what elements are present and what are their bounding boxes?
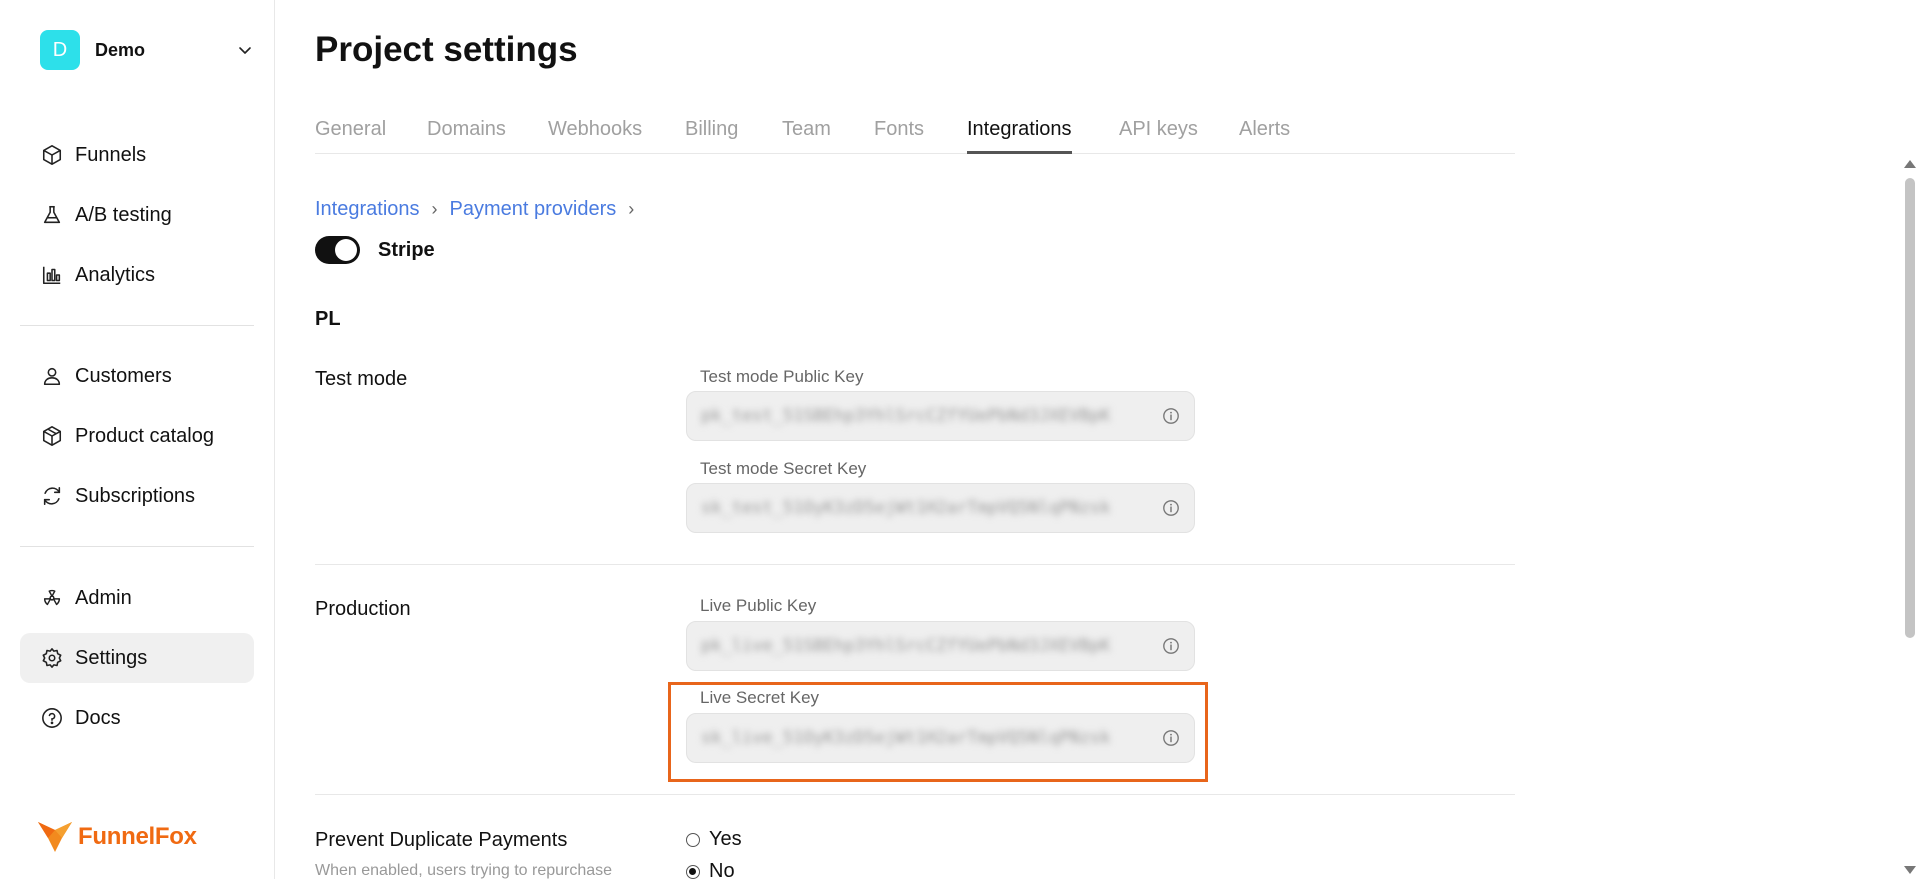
logo-text: FunnelFox bbox=[78, 823, 197, 850]
info-icon[interactable] bbox=[1160, 497, 1182, 519]
sidebar-item-label: Settings bbox=[75, 646, 148, 669]
workspace-name: Demo bbox=[95, 39, 146, 60]
breadcrumb-integrations[interactable]: Integrations bbox=[315, 198, 420, 221]
help-circle-icon bbox=[40, 706, 64, 730]
live-public-key-field[interactable]: pk_live_51SBEhp3YhlSrcCZfYUePbNd3JXEVBpK bbox=[686, 621, 1195, 671]
cube-icon bbox=[40, 143, 64, 167]
live-public-key-value: pk_live_51SBEhp3YhlSrcCZfYUePbNd3JXEVBpK bbox=[701, 636, 1111, 656]
sidebar-item-funnels[interactable]: Funnels bbox=[20, 130, 254, 180]
sidebar-item-label: Subscriptions bbox=[75, 484, 196, 507]
radio-label: Yes bbox=[709, 828, 742, 850]
breadcrumb-separator: › bbox=[628, 199, 635, 219]
test-public-key-value: pk_test_51SBEhp3YhlSrcCZfYUePbNd3JXEVBpK bbox=[701, 406, 1111, 426]
page-title: Project settings bbox=[315, 30, 578, 69]
scroll-up-arrow-icon[interactable] bbox=[1904, 160, 1916, 168]
sidebar-item-label: Admin bbox=[75, 586, 132, 609]
sidebar-item-label: A/B testing bbox=[75, 203, 172, 226]
test-mode-label: Test mode bbox=[315, 368, 408, 390]
provider-toggle-row: Stripe bbox=[315, 236, 435, 264]
test-secret-key-value: sk_test_51OyK3zD5ejWt1H2arTmpVQ5NlqPNzsk bbox=[701, 498, 1111, 518]
sidebar-divider bbox=[20, 325, 254, 326]
funnelfox-logo[interactable]: FunnelFox bbox=[36, 820, 197, 854]
breadcrumb-separator: › bbox=[431, 199, 438, 219]
radio-button[interactable] bbox=[686, 832, 700, 847]
sidebar-item-label: Customers bbox=[75, 364, 172, 387]
sidebar-item-subscriptions[interactable]: Subscriptions bbox=[20, 471, 254, 521]
tab-api-keys[interactable]: API keys bbox=[1119, 118, 1198, 154]
sidebar-item-label: Docs bbox=[75, 706, 121, 729]
test-secret-key-label: Test mode Secret Key bbox=[700, 459, 867, 478]
highlight-box bbox=[668, 682, 1208, 782]
sidebar-item-settings[interactable]: Settings bbox=[20, 633, 254, 683]
section-divider bbox=[315, 794, 1515, 795]
stripe-enable-toggle[interactable] bbox=[315, 236, 360, 264]
section-title: PL bbox=[315, 308, 341, 330]
sidebar-item-label: Analytics bbox=[75, 263, 156, 286]
tab-alerts[interactable]: Alerts bbox=[1239, 118, 1290, 154]
section-divider bbox=[315, 564, 1515, 565]
sidebar-item-product-catalog[interactable]: Product catalog bbox=[20, 411, 254, 461]
workspace-switcher[interactable]: D Demo bbox=[40, 30, 255, 70]
radiation-icon bbox=[40, 586, 64, 610]
user-icon bbox=[40, 364, 64, 388]
production-label: Production bbox=[315, 598, 411, 620]
bar-chart-icon bbox=[40, 263, 64, 287]
workspace-avatar: D bbox=[40, 30, 80, 70]
refresh-icon bbox=[40, 484, 64, 508]
tab-integrations[interactable]: Integrations bbox=[967, 118, 1072, 154]
breadcrumb: Integrations › Payment providers › bbox=[315, 198, 646, 221]
sidebar-item-label: Product catalog bbox=[75, 424, 214, 447]
fox-logo-icon bbox=[38, 822, 72, 852]
tab-billing[interactable]: Billing bbox=[685, 118, 738, 154]
page-scrollbar[interactable] bbox=[1900, 160, 1920, 879]
test-public-key-field[interactable]: pk_test_51SBEhp3YhlSrcCZfYUePbNd3JXEVBpK bbox=[686, 391, 1195, 441]
gear-icon bbox=[40, 646, 64, 670]
live-public-key-label: Live Public Key bbox=[700, 596, 817, 615]
scrollbar-thumb[interactable] bbox=[1905, 178, 1915, 638]
box-icon bbox=[40, 424, 64, 448]
tab-fonts[interactable]: Fonts bbox=[874, 118, 924, 154]
duplicate-payments-label: Prevent Duplicate Payments bbox=[315, 829, 568, 851]
tab-general[interactable]: General bbox=[315, 118, 386, 154]
sidebar-item-analytics[interactable]: Analytics bbox=[20, 250, 254, 300]
sidebar-divider bbox=[20, 546, 254, 547]
info-icon[interactable] bbox=[1160, 405, 1182, 427]
provider-name: Stripe bbox=[378, 238, 435, 261]
chevron-down-icon[interactable] bbox=[235, 40, 255, 60]
radio-option-no[interactable]: No bbox=[686, 860, 735, 879]
radio-label: No bbox=[709, 860, 735, 879]
tab-team[interactable]: Team bbox=[782, 118, 831, 154]
sidebar: D Demo Funnels A/B testing Analytics Cus… bbox=[0, 0, 275, 879]
settings-tabs: General Domains Webhooks Billing Team Fo… bbox=[315, 114, 1515, 154]
toggle-knob bbox=[335, 239, 357, 261]
sidebar-item-ab-testing[interactable]: A/B testing bbox=[20, 190, 254, 240]
sidebar-item-docs[interactable]: Docs bbox=[20, 693, 254, 743]
radio-option-yes[interactable]: Yes bbox=[686, 828, 742, 851]
sidebar-item-admin[interactable]: Admin bbox=[20, 573, 254, 623]
radio-button[interactable] bbox=[686, 864, 700, 879]
sidebar-item-label: Funnels bbox=[75, 143, 147, 166]
tab-domains[interactable]: Domains bbox=[427, 118, 506, 154]
tab-webhooks[interactable]: Webhooks bbox=[548, 118, 642, 154]
flask-icon bbox=[40, 203, 64, 227]
breadcrumb-payment-providers[interactable]: Payment providers bbox=[450, 198, 617, 221]
scroll-down-arrow-icon[interactable] bbox=[1904, 866, 1916, 874]
test-public-key-label: Test mode Public Key bbox=[700, 367, 864, 386]
sidebar-item-customers[interactable]: Customers bbox=[20, 351, 254, 401]
test-secret-key-field[interactable]: sk_test_51OyK3zD5ejWt1H2arTmpVQ5NlqPNzsk bbox=[686, 483, 1195, 533]
info-icon[interactable] bbox=[1160, 635, 1182, 657]
duplicate-payments-description: When enabled, users trying to repurchase bbox=[315, 862, 613, 879]
